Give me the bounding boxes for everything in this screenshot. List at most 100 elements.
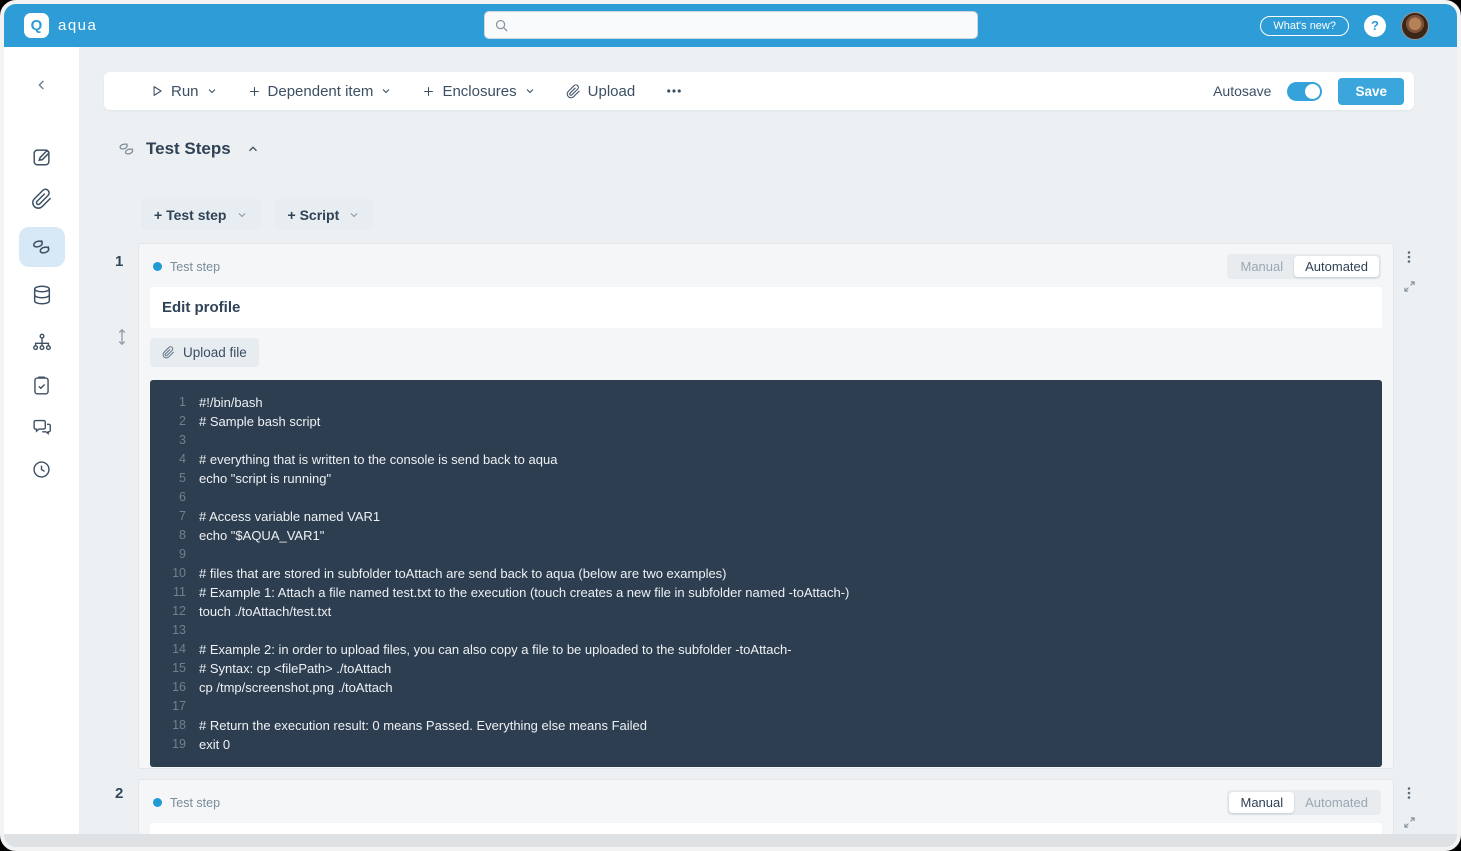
paperclip-icon: [162, 346, 175, 359]
paperclip-icon: [31, 188, 53, 210]
chevron-down-icon: [236, 209, 248, 221]
search-input[interactable]: [516, 18, 968, 33]
enclosures-button[interactable]: Enclosures: [422, 83, 535, 100]
sidebar-item-hierarchy[interactable]: [19, 323, 65, 363]
chevron-down-icon: [206, 85, 218, 97]
more-actions-button[interactable]: [665, 82, 683, 100]
code-line: 8echo "$AQUA_VAR1": [150, 526, 1382, 545]
sidebar-item-comments[interactable]: [19, 407, 65, 447]
upload-button[interactable]: Upload: [566, 83, 636, 100]
code-line: 9: [150, 545, 1382, 564]
aqua-logo[interactable]: Q aqua: [24, 13, 97, 38]
dependent-item-button[interactable]: Dependent item: [248, 83, 393, 100]
code-line: 17: [150, 697, 1382, 716]
step-2-header: Test step Manual Automated: [139, 780, 1393, 823]
hierarchy-icon: [31, 332, 53, 354]
autosave-toggle[interactable]: [1287, 82, 1322, 101]
manual-option[interactable]: Manual: [1229, 792, 1294, 813]
section-collapse-button[interactable]: [246, 142, 260, 156]
sidebar-item-tasks[interactable]: [19, 365, 65, 405]
step-1-mode-switch: Manual Automated: [1227, 254, 1381, 279]
whats-new-button[interactable]: What's new?: [1260, 16, 1349, 36]
code-line: 7# Access variable named VAR1: [150, 507, 1382, 526]
chevron-left-icon: [34, 77, 50, 93]
step-1-number: 1: [115, 253, 123, 270]
global-search[interactable]: [484, 11, 978, 39]
top-bar: Q aqua What's new? ?: [4, 4, 1457, 47]
script-code-editor[interactable]: 1#!/bin/bash2# Sample bash script34# eve…: [150, 380, 1382, 767]
step-1-title-input[interactable]: [150, 287, 1382, 328]
step-type-dot-icon: [153, 798, 162, 807]
code-line: 3: [150, 431, 1382, 450]
step-1-expand-button[interactable]: [1403, 280, 1416, 298]
paperclip-icon: [566, 84, 581, 99]
item-action-bar: Run Dependent item Enclosures: [104, 72, 1414, 110]
code-line: 2# Sample bash script: [150, 412, 1382, 431]
code-line: 18# Return the execution result: 0 means…: [150, 716, 1382, 735]
chevron-down-icon: [380, 85, 392, 97]
step-1-drag-handle[interactable]: [116, 328, 128, 351]
topbar-right: What's new? ?: [1260, 12, 1429, 40]
step-type-label: Test step: [170, 796, 220, 810]
code-line: 19exit 0: [150, 735, 1382, 754]
step-1-upload-file-button[interactable]: Upload file: [150, 338, 259, 367]
sidebar-item-attachments[interactable]: [19, 179, 65, 219]
run-button[interactable]: Run: [150, 83, 218, 100]
sidebar-item-test-steps[interactable]: [19, 227, 65, 267]
add-buttons-row: + Test step + Script: [141, 199, 373, 230]
code-line: 16cp /tmp/screenshot.png ./toAttach: [150, 678, 1382, 697]
sidebar-item-history[interactable]: [19, 449, 65, 489]
clipboard-check-icon: [31, 375, 52, 396]
chevron-down-icon: [348, 209, 360, 221]
run-label: Run: [171, 83, 199, 100]
code-line: 11# Example 1: Attach a file named test.…: [150, 583, 1382, 602]
code-line: 5echo "script is running": [150, 469, 1382, 488]
section-title: Test Steps: [146, 139, 231, 159]
user-avatar[interactable]: [1401, 12, 1429, 40]
step-2-expand-button[interactable]: [1403, 816, 1416, 834]
dependent-item-label: Dependent item: [268, 83, 374, 100]
automated-option[interactable]: Automated: [1294, 792, 1379, 813]
code-line: 15# Syntax: cp <filePath> ./toAttach: [150, 659, 1382, 678]
step-1-menu-button[interactable]: [1403, 250, 1415, 273]
brand-name: aqua: [58, 17, 97, 34]
sidebar-collapse-button[interactable]: [19, 65, 65, 105]
comments-icon: [31, 416, 53, 438]
save-button[interactable]: Save: [1338, 78, 1404, 105]
add-script-label: + Script: [288, 207, 340, 223]
step-1-header: Test step Manual Automated: [139, 244, 1393, 287]
code-line: 10# files that are stored in subfolder t…: [150, 564, 1382, 583]
code-line: 6: [150, 488, 1382, 507]
add-script-button[interactable]: + Script: [275, 199, 374, 230]
enclosures-label: Enclosures: [442, 83, 516, 100]
horizontal-scrollbar[interactable]: [4, 834, 1457, 847]
sidebar-item-data[interactable]: [19, 275, 65, 315]
code-line: 1#!/bin/bash: [150, 393, 1382, 412]
play-icon: [150, 84, 164, 98]
step-2-menu-button[interactable]: [1403, 786, 1415, 809]
code-line: 13: [150, 621, 1382, 640]
help-button[interactable]: ?: [1364, 15, 1386, 37]
automated-option[interactable]: Automated: [1294, 256, 1379, 277]
add-test-step-label: + Test step: [154, 207, 227, 223]
manual-option[interactable]: Manual: [1229, 256, 1294, 277]
search-icon: [494, 18, 509, 33]
test-steps-icon: [30, 235, 54, 259]
upload-label: Upload: [588, 83, 636, 100]
app-window: Q aqua What's new? ?: [0, 0, 1461, 851]
aqua-logo-icon: Q: [24, 13, 49, 38]
sidebar: [4, 47, 79, 847]
history-clock-icon: [31, 459, 52, 480]
database-icon: [31, 284, 53, 306]
code-editor-lines: 1#!/bin/bash2# Sample bash script34# eve…: [150, 393, 1382, 754]
test-steps-icon: [117, 139, 137, 159]
code-line: 14# Example 2: in order to upload files,…: [150, 640, 1382, 659]
add-test-step-button[interactable]: + Test step: [141, 199, 261, 230]
test-step-card-1: Test step Manual Automated Upload file 1…: [138, 243, 1394, 769]
edit-icon: [31, 146, 53, 168]
plus-icon: [422, 85, 435, 98]
sidebar-item-edit[interactable]: [19, 137, 65, 177]
ellipsis-icon: [665, 82, 683, 100]
plus-icon: [248, 85, 261, 98]
main-content: Run Dependent item Enclosures: [79, 47, 1457, 847]
